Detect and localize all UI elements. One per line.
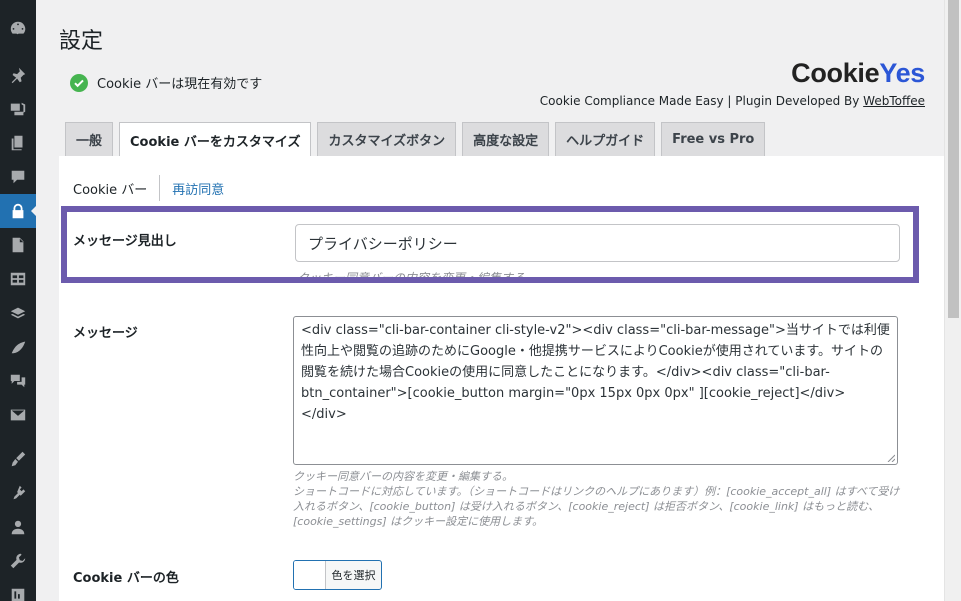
message-heading-input[interactable]: プライバシーポリシー <box>295 224 900 262</box>
tagline: Cookie Compliance Made Easy | Plugin Dev… <box>539 94 925 108</box>
tab-advanced[interactable]: 高度な設定 <box>462 122 550 156</box>
message-heading-highlight: メッセージ見出し プライバシーポリシー クッキー同意バーの内容を変更・編集する。 <box>61 206 919 283</box>
message-description: クッキー同意バーの内容を変更・編集する。 ショートコードに対応しています。（ショ… <box>293 469 901 529</box>
webtoffee-link[interactable]: WebToffee <box>863 94 925 108</box>
settings-tabs: 一般 Cookie バーをカスタマイズ カスタマイズボタン 高度な設定 ヘルプガ… <box>65 122 766 157</box>
message-desc-line2: ショートコードに対応しています。（ショートコードはリンクのヘルプにあります）例：… <box>293 485 900 528</box>
resize-handle-icon[interactable] <box>887 454 895 462</box>
bar-color-label: Cookie バーの色 <box>73 571 179 586</box>
settings-panel: Cookie バー 再訪同意 メッセージ見出し プライバシーポリシー クッキー同… <box>59 156 959 601</box>
page-title: 設定 <box>59 29 104 54</box>
color-swatch <box>294 561 326 589</box>
message-label: メッセージ <box>73 326 138 341</box>
select-color-label: 色を選択 <box>331 569 376 582</box>
table-icon[interactable] <box>0 262 36 296</box>
message-heading-label: メッセージ見出し <box>73 234 177 249</box>
lock-icon[interactable] <box>0 194 37 228</box>
subtab-revisit-consent[interactable]: 再訪同意 <box>159 175 236 201</box>
message-desc-line1: クッキー同意バーの内容を変更・編集する。 <box>293 470 513 483</box>
brush-icon[interactable] <box>0 442 36 476</box>
brand-block: CookieYes Cookie Compliance Made Easy | … <box>539 56 926 108</box>
media-icon[interactable] <box>0 92 36 126</box>
tab-general[interactable]: 一般 <box>65 122 114 156</box>
status-text: Cookie バーは現在有効です <box>97 77 263 92</box>
sub-tabs: Cookie バー 再訪同意 <box>73 175 236 201</box>
wrench-icon[interactable] <box>0 544 36 578</box>
message-text: <div class="cli-bar-container cli-style-… <box>301 323 890 422</box>
message-textarea[interactable]: <div class="cli-bar-container cli-style-… <box>293 316 898 465</box>
tab-customize-buttons[interactable]: カスタマイズボタン <box>317 122 457 156</box>
page-scrollbar[interactable] <box>944 0 961 601</box>
check-circle-icon <box>70 73 88 92</box>
plugin-icon[interactable] <box>0 476 36 510</box>
settings-icon[interactable] <box>0 578 36 601</box>
tab-help-guide[interactable]: ヘルプガイド <box>555 122 656 156</box>
chat-icon[interactable] <box>0 364 36 398</box>
status-notice: Cookie バーは現在有効です <box>70 73 262 92</box>
comments-icon[interactable] <box>0 160 36 194</box>
user-icon[interactable] <box>0 510 36 544</box>
stack-icon[interactable] <box>0 296 36 330</box>
dashboard-icon[interactable] <box>0 11 36 45</box>
content-area: 設定 Cookie バーは現在有効です CookieYes Cookie Com… <box>36 0 959 601</box>
heading-desc-cut: クッキー同意バーの内容を変更・編集する。 <box>297 271 538 283</box>
pin-icon[interactable] <box>0 58 36 92</box>
tab-free-vs-pro[interactable]: Free vs Pro <box>661 122 766 156</box>
scrollbar-thumb[interactable] <box>948 0 959 318</box>
admin-sidebar <box>0 0 37 601</box>
subtab-cookie-bar[interactable]: Cookie バー <box>73 179 159 198</box>
mail-icon[interactable] <box>0 398 36 432</box>
document-icon[interactable] <box>0 228 36 262</box>
select-color-button[interactable]: 色を選択 <box>293 560 382 590</box>
pages-icon[interactable] <box>0 126 36 160</box>
tab-customize-bar[interactable]: Cookie バーをカスタマイズ <box>119 122 312 157</box>
cookieyes-logo: CookieYes <box>791 58 925 88</box>
leaf-icon[interactable] <box>0 330 36 364</box>
